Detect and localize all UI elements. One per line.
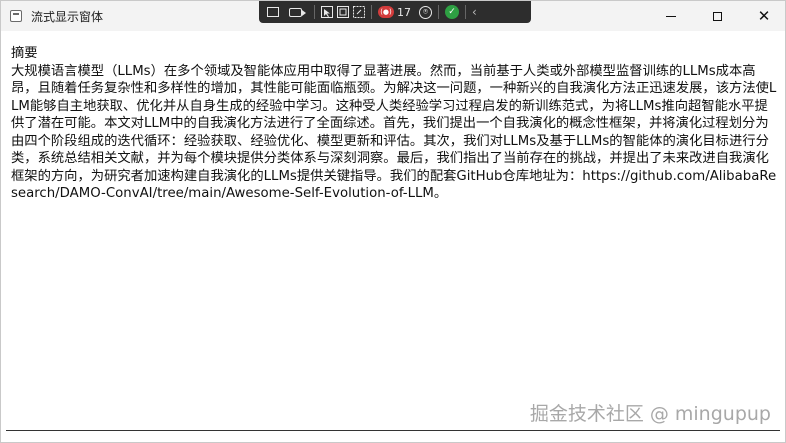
- maximize-icon: [712, 11, 722, 21]
- record-indicator[interactable]: (●) 17: [378, 3, 411, 21]
- region-capture-icon[interactable]: [353, 3, 365, 21]
- toolbar-divider: [314, 5, 315, 19]
- app-window: 流式显示窗体 ✕ (●) 17 ⍟ ✓ ‹ 摘要 大规模语言模型（LLMs）在多…: [0, 0, 786, 443]
- minimize-icon: [666, 15, 676, 17]
- minimize-button[interactable]: [648, 1, 694, 31]
- toolbar-divider: [371, 5, 372, 19]
- close-button[interactable]: ✕: [741, 1, 786, 31]
- watermark: 掘金技术社区 @ mingupup: [529, 403, 771, 425]
- cursor-icon[interactable]: [321, 3, 333, 21]
- capture-toolbar: (●) 17 ⍟ ✓ ‹: [259, 1, 531, 23]
- screenshot-icon[interactable]: [267, 3, 279, 21]
- maximize-button[interactable]: [694, 1, 740, 31]
- accessibility-icon[interactable]: ⍟: [419, 3, 432, 21]
- record-icon: (●): [378, 6, 394, 18]
- collapse-chevron-icon[interactable]: ‹: [472, 3, 477, 21]
- toolbar-divider: [438, 5, 439, 19]
- stream-text-area[interactable]: 摘要 大规模语言模型（LLMs）在多个领域及智能体应用中取得了显著进展。然而，当…: [11, 45, 781, 203]
- abstract-body: 大规模语言模型（LLMs）在多个领域及智能体应用中取得了显著进展。然而，当前基于…: [11, 63, 777, 202]
- close-icon: ✕: [757, 6, 771, 25]
- abstract-heading: 摘要: [11, 46, 38, 61]
- record-count: 17: [397, 5, 411, 19]
- video-camera-icon[interactable]: [289, 3, 306, 21]
- toolbar-divider: [465, 5, 466, 19]
- window-title: 流式显示窗体: [31, 10, 104, 24]
- app-window-icon: [10, 10, 22, 22]
- window-capture-icon[interactable]: [337, 3, 349, 21]
- bottom-divider: [6, 430, 780, 431]
- confirm-icon[interactable]: ✓: [445, 3, 459, 21]
